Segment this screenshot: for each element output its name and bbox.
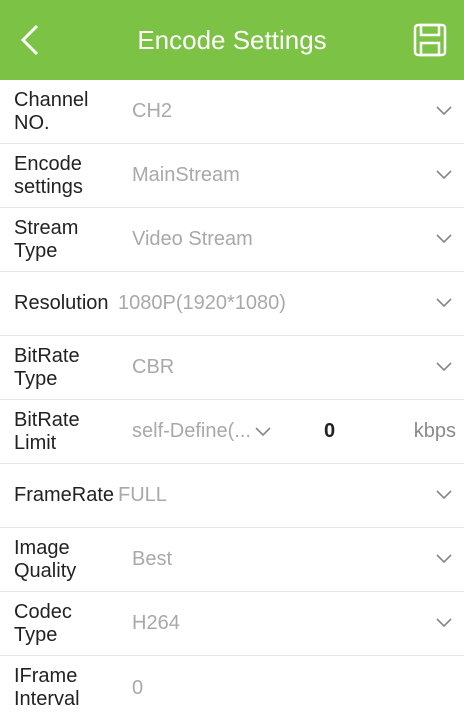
bitrate-limit-input[interactable]: 0 [320,420,400,443]
chevron-down-icon [436,618,452,628]
encode-settings-label: Encode settings [14,152,83,198]
encode-settings-value: MainStream [132,164,240,186]
bitrate-limit-label: BitRate Limit [14,408,80,454]
channel-no-label: Channel NO. [14,88,89,134]
stream-type-label: Stream Type [14,216,79,262]
back-button[interactable] [10,18,50,62]
resolution-row[interactable]: Resolution 1080P(1920*1080) [0,272,464,336]
iframe-interval-label: IFrame Interval [14,665,80,710]
image-quality-label: Image Quality [14,536,77,582]
channel-no-value: CH2 [132,100,173,122]
image-quality-row[interactable]: Image Quality Best [0,528,464,592]
stream-type-row[interactable]: Stream Type Video Stream [0,208,464,272]
chevron-down-icon [436,362,452,372]
chevron-down-icon [436,490,452,500]
bitrate-unit-label: kbps [413,420,456,442]
iframe-interval-row[interactable]: IFrame Interval 0 [0,656,464,720]
codec-type-row[interactable]: Codec Type H264 [0,592,464,656]
framerate-value: FULL [118,484,167,506]
iframe-interval-value[interactable]: 0 [114,677,464,700]
chevron-down-icon [436,234,452,244]
bitrate-type-row[interactable]: BitRate Type CBR [0,336,464,400]
page-title: Encode Settings [137,24,327,55]
codec-type-value: H264 [132,612,180,634]
stream-type-value: Video Stream [132,228,253,250]
settings-list: Channel NO. CH2 Encode settings MainStre… [0,80,464,720]
back-arrow-icon [20,24,39,56]
codec-type-label: Codec Type [14,600,72,646]
framerate-row[interactable]: FrameRate FULL [0,464,464,528]
resolution-label: Resolution [14,292,109,314]
bitrate-limit-row: BitRate Limit self-Define(... 0 kbps [0,400,464,464]
title-bar: Encode Settings [0,0,464,80]
bitrate-limit-select[interactable]: self-Define(... [114,420,320,443]
chevron-down-icon [436,554,452,564]
chevron-down-icon [436,170,452,180]
encode-settings-row[interactable]: Encode settings MainStream [0,144,464,208]
bitrate-type-value: CBR [132,356,175,378]
bitrate-type-label: BitRate Type [14,344,80,390]
framerate-label: FrameRate [14,484,115,506]
save-icon [413,23,447,57]
chevron-down-icon [436,106,452,116]
channel-no-row[interactable]: Channel NO. CH2 [0,80,464,144]
chevron-down-icon [255,426,271,436]
image-quality-value: Best [132,548,173,570]
save-button[interactable] [410,20,450,60]
resolution-value: 1080P(1920*1080) [118,292,286,314]
chevron-down-icon [436,298,452,308]
bitrate-limit-select-value: self-Define(... [132,420,251,442]
